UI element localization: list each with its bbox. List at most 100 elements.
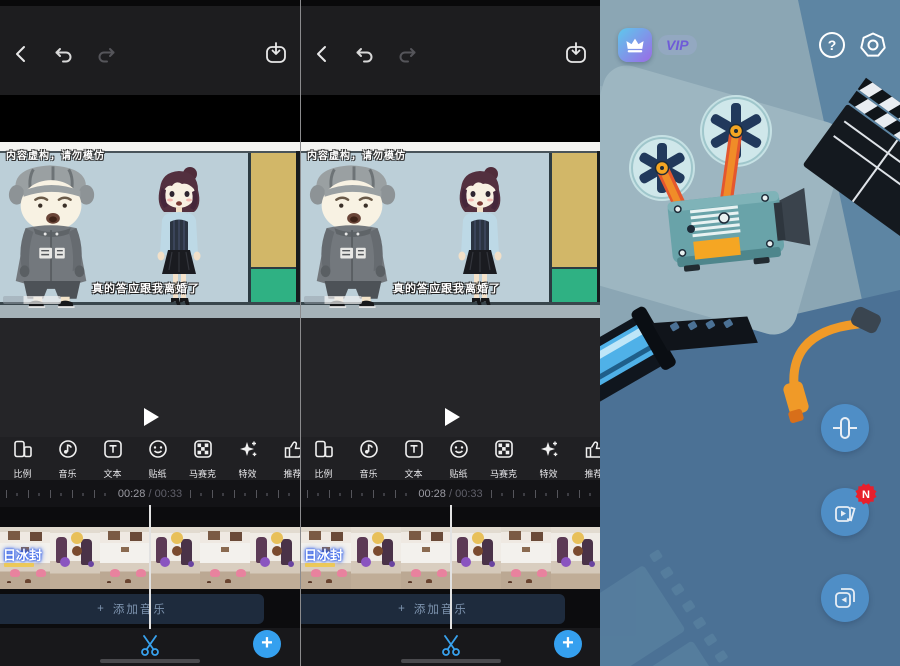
adjust-button[interactable] [821, 404, 869, 452]
menu-item-ratio[interactable]: 比例 [0, 437, 45, 480]
add-music-track[interactable]: + 添加音乐 [0, 594, 264, 624]
menu-item-music[interactable]: 音乐 [45, 437, 90, 480]
playhead[interactable] [149, 505, 151, 629]
video-preview[interactable]: 内容虚构，请勿模仿 真的答应跟我离婚了 [301, 142, 600, 318]
watermark [304, 296, 362, 304]
menu-item-sticker[interactable]: 贴纸 [436, 437, 481, 480]
clip-subtitle-overlay [305, 563, 335, 567]
editor-topbar [0, 6, 300, 95]
menu-item-sticker[interactable]: 贴纸 [135, 437, 180, 480]
menu-label: 推荐 [584, 467, 600, 480]
home-indicator[interactable] [401, 659, 501, 663]
home-illustration [600, 0, 900, 666]
text-icon [102, 438, 124, 465]
subtitle-text: 真的答应跟我离婚了 [359, 280, 535, 296]
home-indicator[interactable] [100, 659, 200, 663]
text-icon [403, 438, 425, 465]
template-button[interactable] [821, 574, 869, 622]
clip-title-overlay: 日冰封 [3, 545, 42, 564]
editor-panel: 内容虚构，请勿模仿 真的答应跟我离婚了 比例 音乐 文本 贴纸 [0, 0, 300, 666]
clip-thumbnail [250, 527, 300, 589]
menu-item-effects[interactable]: 特效 [526, 437, 571, 480]
new-badge: N [855, 483, 877, 510]
undo-icon[interactable] [52, 43, 76, 72]
time-display: 00:28 / 00:33 [110, 488, 190, 500]
letterbox-top [301, 95, 600, 142]
disclaimer-text: 内容虚构，请勿模仿 [307, 147, 406, 162]
settings-button[interactable] [860, 32, 886, 63]
ratio-icon [313, 438, 335, 465]
export-icon[interactable] [563, 40, 589, 71]
scene-door [248, 153, 296, 267]
play-button[interactable] [445, 408, 460, 426]
music-icon [358, 438, 380, 465]
scene-door [549, 153, 597, 267]
clip-title-overlay: 日冰封 [304, 545, 343, 564]
menu-item-recommend[interactable]: 推荐 [571, 437, 600, 480]
undo-icon[interactable] [353, 43, 377, 72]
clip-thumbnail [401, 527, 451, 589]
ruler-ticks-right [491, 490, 594, 498]
video-preview[interactable]: 内容虚构，请勿模仿 真的答应跟我离婚了 [0, 142, 300, 318]
sticker-icon [448, 438, 470, 465]
ruler-ticks-right [190, 490, 294, 498]
app-root: 内容虚构，请勿模仿 真的答应跟我离婚了 比例 音乐 文本 贴纸 [0, 0, 900, 666]
menu-item-text[interactable]: 文本 [90, 437, 135, 480]
editor-panel: 内容虚构，请勿模仿 真的答应跟我离婚了 比例 音乐 文本 贴纸 [300, 0, 600, 666]
menu-label: 音乐 [58, 467, 76, 480]
plus-icon: + [398, 603, 407, 615]
vip-badge[interactable]: VIP [618, 28, 697, 62]
music-icon [57, 438, 79, 465]
add-music-track[interactable]: + 添加音乐 [301, 594, 565, 624]
menu-item-music[interactable]: 音乐 [346, 437, 391, 480]
watermark [3, 296, 61, 304]
sticker-icon [147, 438, 169, 465]
redo-icon[interactable] [94, 43, 118, 72]
effects-icon [538, 438, 560, 465]
time-display: 00:28 / 00:33 [410, 488, 490, 500]
plus-icon: + [562, 633, 574, 653]
clip-thumbnail [451, 527, 501, 589]
letterbox-top [0, 95, 300, 142]
thumbs-up-icon [282, 438, 301, 465]
ruler-ticks-left [307, 490, 410, 498]
adjust-slider-icon [830, 413, 860, 443]
plus-icon: + [97, 603, 106, 615]
menu-label: 音乐 [359, 467, 377, 480]
back-icon[interactable] [311, 42, 335, 71]
menu-item-mosaic[interactable]: 马赛克 [180, 437, 225, 480]
menu-item-mosaic[interactable]: 马赛克 [481, 437, 526, 480]
clip-thumbnail [50, 527, 100, 589]
question-glyph: ? [828, 37, 837, 53]
export-icon[interactable] [263, 40, 289, 71]
clip-thumbnail [551, 527, 600, 589]
disclaimer-text: 内容虚构，请勿模仿 [6, 147, 105, 162]
editor-panels: 内容虚构，请勿模仿 真的答应跟我离婚了 比例 音乐 文本 贴纸 [0, 0, 600, 666]
redo-icon[interactable] [395, 43, 419, 72]
add-clip-button[interactable]: + [253, 630, 281, 658]
ruler-ticks-left [6, 490, 110, 498]
back-icon[interactable] [10, 42, 34, 71]
menu-label: 贴纸 [148, 467, 166, 480]
svg-text:N: N [862, 489, 870, 501]
home-panel: VIP ? N [600, 0, 900, 666]
menu-label: 比例 [314, 467, 332, 480]
menu-item-text[interactable]: 文本 [391, 437, 436, 480]
add-music-label: 添加音乐 [113, 601, 167, 617]
menu-label: 特效 [539, 467, 557, 480]
help-button[interactable]: ? [819, 32, 845, 58]
timeline-ruler[interactable]: 00:28 / 00:33 [0, 480, 300, 507]
timeline-ruler[interactable]: 00:28 / 00:33 [301, 480, 600, 507]
menu-label: 贴纸 [449, 467, 467, 480]
menu-label: 马赛克 [189, 467, 216, 480]
menu-item-ratio[interactable]: 比例 [301, 437, 346, 480]
menu-item-recommend[interactable]: 推荐 [270, 437, 300, 480]
play-button[interactable] [144, 408, 159, 426]
menu-item-effects[interactable]: 特效 [225, 437, 270, 480]
playhead[interactable] [450, 505, 452, 629]
menu-label: 马赛克 [490, 467, 517, 480]
add-clip-button[interactable]: + [554, 630, 582, 658]
menu-label: 比例 [13, 467, 31, 480]
editing-menu: 比例 音乐 文本 贴纸 马赛克 特效 [0, 437, 300, 480]
thumbs-up-icon [583, 438, 601, 465]
